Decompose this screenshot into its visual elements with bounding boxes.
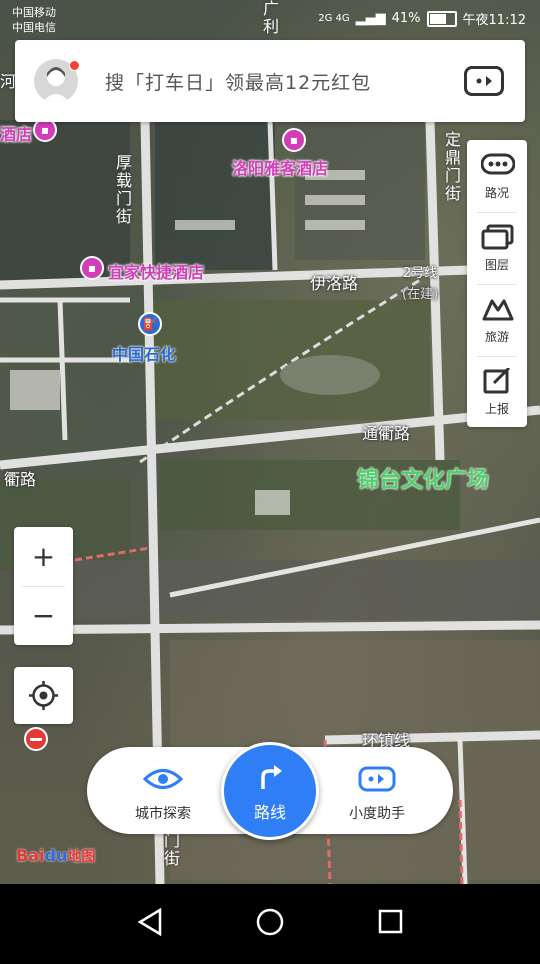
road-label-yiluo: 伊洛路 <box>310 274 359 293</box>
traffic-icon <box>481 153 515 175</box>
eye-icon <box>143 769 183 789</box>
assistant-face-icon <box>476 76 492 86</box>
map-label-hotel-yijia[interactable]: 宜家快捷酒店 <box>108 259 204 283</box>
map-label-plaza[interactable]: 锦台文化广场 <box>357 462 489 494</box>
hotel-pin-icon[interactable]: ▪ <box>282 128 306 152</box>
system-nav-bar <box>0 884 540 960</box>
report-icon <box>483 368 511 394</box>
network-indicator: 2G 4G <box>318 13 350 24</box>
city-explore-button[interactable]: 城市探索 <box>103 747 223 834</box>
home-button[interactable] <box>250 902 290 942</box>
traffic-label: 路况 <box>484 186 509 200</box>
map-label-hotel-yake[interactable]: 洛阳雅客酒店 <box>232 155 328 179</box>
metro-line2-status: (在建) <box>402 287 439 302</box>
search-input[interactable]: 搜「打车日」领最高12元红包 <box>105 68 371 95</box>
metro-line2-label: 2号线 <box>403 266 438 281</box>
travel-button[interactable]: 旅游 <box>467 284 527 356</box>
assistant-icon <box>358 766 396 792</box>
status-bar: 中国移动 中国电信 2G 4G ▂▄▆ 41% 午夜11:12 <box>0 0 540 36</box>
voice-assistant-button[interactable] <box>464 66 504 96</box>
no-entry-icon[interactable] <box>24 727 48 751</box>
crosshair-icon <box>29 681 58 710</box>
report-button[interactable]: 上报 <box>467 356 527 428</box>
map-tools-panel: 路况 图层 旅游 上报 <box>467 140 527 427</box>
clock: 午夜11:12 <box>462 13 526 28</box>
carrier-2: 中国电信 <box>12 21 56 34</box>
road-label-dingding: 定鼎门街 <box>444 130 461 203</box>
recents-button[interactable] <box>370 902 410 942</box>
battery-percent: 41% <box>391 11 421 26</box>
report-label: 上报 <box>484 402 509 416</box>
locate-me-button[interactable] <box>14 667 73 724</box>
map-label-gas-station[interactable]: 中国石化 <box>112 341 176 365</box>
layers-label: 图层 <box>484 258 509 272</box>
road-label-houzai: 厚载门街 <box>115 153 132 226</box>
travel-icon <box>482 299 514 321</box>
traffic-button[interactable]: 路况 <box>467 140 527 212</box>
zoom-out-button[interactable]: − <box>14 586 73 645</box>
road-label-tongqu-left: 衢路 <box>4 470 37 489</box>
battery-icon <box>426 10 457 27</box>
logo-text-du: du <box>44 846 68 865</box>
map-label-edge-left: 河 <box>0 72 17 91</box>
zoom-controls: + − <box>14 527 73 645</box>
road-label-bottom: 门街 <box>163 831 180 868</box>
layers-button[interactable]: 图层 <box>467 212 527 284</box>
logo-text-bai: Bai <box>16 846 45 865</box>
city-explore-label: 城市探索 <box>135 806 191 822</box>
gas-station-pin-icon[interactable]: ⛽ <box>138 312 162 336</box>
route-label: 路线 <box>253 803 286 822</box>
route-arrow-icon <box>261 765 282 789</box>
assistant-button[interactable]: 小度助手 <box>317 747 437 834</box>
road-label-tongqu: 通衢路 <box>362 424 411 443</box>
back-button[interactable] <box>130 902 170 942</box>
signal-icon: ▂▄▆ <box>355 11 386 26</box>
search-bar[interactable]: 搜「打车日」领最高12元红包 <box>15 40 525 122</box>
notification-dot <box>69 60 80 71</box>
travel-label: 旅游 <box>484 330 509 344</box>
baidu-map-logo: Baidu地图 <box>16 846 95 866</box>
map-label-hotel-partial[interactable]: 酒店 <box>0 121 32 145</box>
hotel-pin-icon[interactable]: ▪ <box>80 256 104 280</box>
layers-icon <box>481 224 514 250</box>
route-button[interactable]: 路线 <box>221 742 319 840</box>
carrier-1: 中国移动 <box>12 6 56 19</box>
assistant-label: 小度助手 <box>349 806 405 822</box>
zoom-in-button[interactable]: + <box>14 527 73 586</box>
logo-text-map: 地图 <box>67 849 96 865</box>
